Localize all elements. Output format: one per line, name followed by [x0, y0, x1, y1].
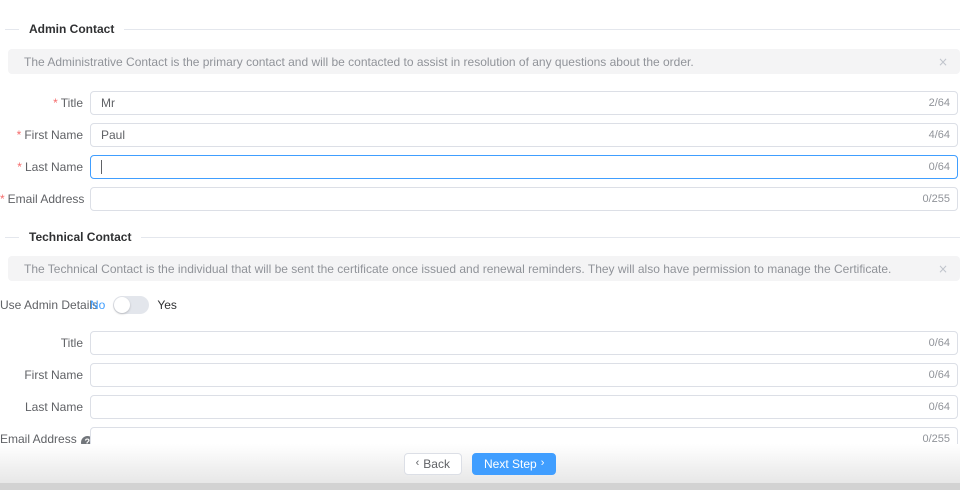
tech-last-name-row: Last Name 0/64 [0, 395, 958, 419]
field-label: Title [60, 336, 83, 350]
technical-contact-divider: Technical Contact [5, 230, 960, 244]
admin-first-name-input-wrap: 4/64 [90, 123, 958, 147]
tech-first-name-input[interactable] [90, 363, 958, 387]
admin-email-input-wrap: 0/255 [90, 187, 958, 211]
admin-first-name-input[interactable] [90, 123, 958, 147]
required-marker: * [53, 96, 58, 110]
tech-last-name-input-wrap: 0/64 [90, 395, 958, 419]
field-label: First Name [24, 368, 83, 382]
close-icon[interactable]: × [936, 261, 950, 277]
field-label: * First Name [16, 128, 83, 142]
next-step-button[interactable]: Next Step › [471, 452, 557, 475]
toggle-no-label[interactable]: No [90, 298, 105, 312]
field-label: * Title [53, 96, 83, 110]
admin-title-row: *Title 2/64 [0, 91, 958, 115]
use-admin-details-row: Use Admin Details No Yes [0, 296, 960, 314]
required-marker: * [16, 128, 22, 142]
toggle-yes-label[interactable]: Yes [157, 298, 177, 312]
tech-first-name-input-wrap: 0/64 [90, 363, 958, 387]
technical-contact-info-alert: The Technical Contact is the individual … [8, 256, 960, 281]
alert-text: The Administrative Contact is the primar… [24, 54, 694, 69]
admin-contact-info-alert: The Administrative Contact is the primar… [8, 49, 960, 74]
back-button[interactable]: ‹ Back [403, 452, 462, 475]
technical-contact-heading: Technical Contact [29, 230, 132, 244]
use-admin-details-label: Use Admin Details [0, 298, 99, 312]
admin-title-input-wrap: 2/64 [90, 91, 958, 115]
divider-line [5, 236, 19, 238]
chevron-right-icon: › [540, 457, 545, 469]
required-marker: * [0, 192, 5, 206]
tech-title-input[interactable] [90, 331, 958, 355]
divider-line [5, 28, 19, 30]
field-label: * Last Name [17, 160, 83, 174]
admin-last-name-row: * Last Name 0/64 [0, 155, 958, 179]
field-label: * Email Address [0, 192, 85, 206]
admin-email-input[interactable] [90, 187, 958, 211]
tech-title-row: Title 0/64 [0, 331, 958, 355]
tech-last-name-input[interactable] [90, 395, 958, 419]
admin-contact-divider: Admin Contact [5, 22, 960, 36]
tech-first-name-row: First Name 0/64 [0, 363, 958, 387]
close-icon[interactable]: × [936, 54, 950, 70]
back-button-label: Back [423, 456, 450, 471]
required-marker: * [17, 160, 22, 174]
next-step-button-label: Next Step [483, 456, 537, 471]
admin-first-name-row: *First Name 4/64 [0, 123, 958, 147]
chevron-left-icon: ‹ [415, 457, 420, 469]
form-footer: ‹ Back Next Step › [0, 444, 960, 490]
admin-last-name-input[interactable] [90, 155, 958, 179]
admin-email-row: * Email Address 0/255 [0, 187, 958, 211]
order-contacts-form: Admin Contact The Administrative Contact… [0, 0, 960, 490]
toggle-knob [114, 297, 131, 313]
tech-title-input-wrap: 0/64 [90, 331, 958, 355]
admin-title-input[interactable] [90, 91, 958, 115]
divider-line [141, 236, 960, 238]
alert-text: The Technical Contact is the individual … [24, 261, 892, 276]
text-caret [101, 160, 102, 174]
admin-last-name-input-wrap: 0/64 [90, 155, 958, 179]
field-label: Last Name [24, 400, 83, 414]
admin-contact-heading: Admin Contact [29, 22, 115, 36]
use-admin-details-toggle[interactable] [113, 296, 150, 314]
divider-line [124, 28, 960, 30]
